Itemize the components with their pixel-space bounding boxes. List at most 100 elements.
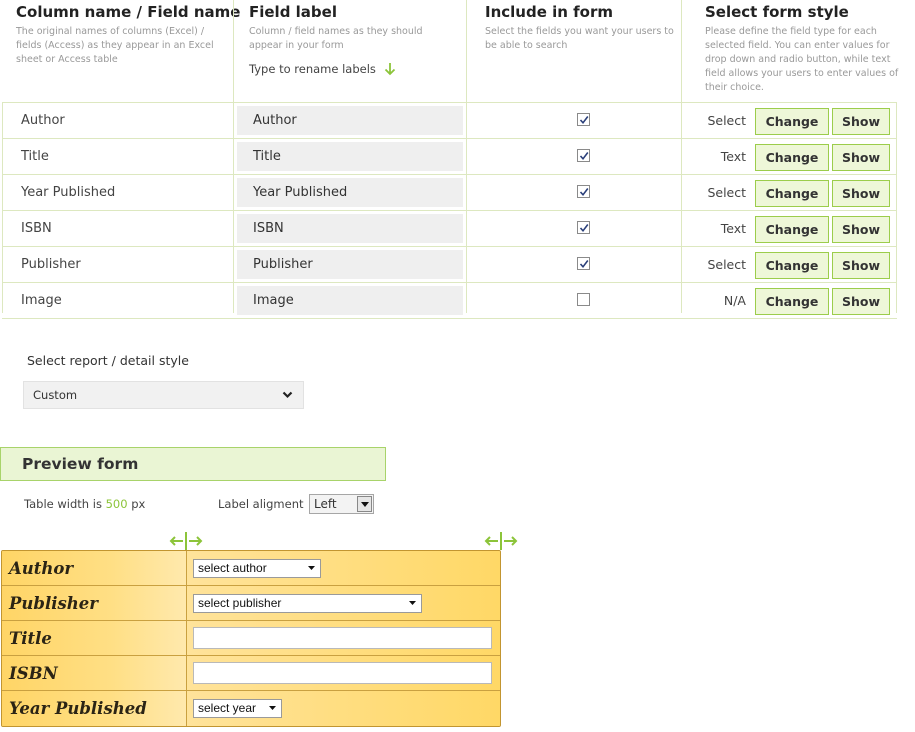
header-description: Column / field names as they should appe… — [249, 26, 423, 51]
show-button[interactable]: Show — [832, 180, 890, 207]
arrow-down-icon — [384, 63, 396, 76]
header-title: Column name / Field name — [16, 3, 241, 21]
form-style-value: N/A — [723, 293, 746, 308]
include-checkbox[interactable] — [577, 293, 590, 306]
form-style-value: Select — [707, 257, 746, 272]
table-row: Year Published Year Published Select Cha… — [2, 175, 897, 211]
field-label-input[interactable]: Publisher — [237, 250, 463, 279]
change-button[interactable]: Change — [755, 108, 829, 135]
table-row: ISBN ISBN Text Change Show — [2, 211, 897, 247]
preview-field-label: Title — [2, 621, 187, 655]
publisher-select[interactable]: select publisher — [193, 594, 422, 613]
field-table: Author Author Select Change Show Title T… — [2, 102, 897, 319]
table-row: Title Title Text Change Show — [2, 139, 897, 175]
field-label-input[interactable]: Author — [237, 106, 463, 135]
report-style-select[interactable]: Custom — [23, 381, 304, 409]
dropdown-arrow-icon — [269, 706, 276, 710]
change-button[interactable]: Change — [755, 252, 829, 279]
header-field-label: Field label Column / field names as they… — [249, 0, 459, 76]
chevron-down-icon — [282, 391, 293, 399]
title-input[interactable] — [193, 627, 492, 649]
preview-form-header: Preview form — [0, 447, 386, 481]
include-checkbox[interactable] — [577, 113, 590, 126]
form-style-value: Select — [707, 113, 746, 128]
table-row: Publisher Publisher Select Change Show — [2, 247, 897, 283]
header-title: Include in form — [485, 3, 614, 21]
preview-field-cell — [188, 621, 500, 655]
label-alignment-label: Label aligment — [218, 497, 304, 511]
preview-form-table: Author select author Publisher select pu… — [1, 550, 501, 727]
preview-field-label: Publisher — [2, 586, 187, 620]
check-icon — [579, 152, 589, 161]
include-checkbox[interactable] — [577, 149, 590, 162]
field-name: Author — [21, 113, 65, 128]
show-button[interactable]: Show — [832, 252, 890, 279]
preview-row: Title — [2, 621, 500, 656]
table-width-info: Table width is 500 px — [24, 497, 145, 511]
dropdown-arrow-icon — [357, 496, 372, 512]
header-description: The original names of columns (Excel) / … — [16, 26, 214, 65]
year-select-value: select year — [198, 701, 257, 715]
include-checkbox[interactable] — [577, 257, 590, 270]
change-button[interactable]: Change — [755, 216, 829, 243]
preview-field-label: Author — [2, 551, 187, 585]
form-style-value: Text — [720, 221, 746, 236]
header-column-name: Column name / Field name The original na… — [16, 0, 241, 67]
check-icon — [579, 260, 589, 269]
preview-field-label: Year Published — [2, 691, 187, 726]
show-button[interactable]: Show — [832, 108, 890, 135]
dropdown-arrow-icon — [409, 601, 416, 605]
resize-horizontal-icon[interactable] — [484, 532, 518, 550]
header-include: Include in form Select the fields you wa… — [485, 0, 680, 53]
label-alignment-value: Left — [314, 497, 337, 511]
report-style-value: Custom — [33, 388, 78, 402]
rename-hint-text: Type to rename labels — [249, 62, 376, 76]
preview-row: Author select author — [2, 551, 500, 586]
preview-field-cell: select year — [188, 691, 500, 726]
check-icon — [579, 188, 589, 197]
field-label-input[interactable]: Title — [237, 142, 463, 171]
check-icon — [579, 224, 589, 233]
check-icon — [579, 116, 589, 125]
preview-row: Publisher select publisher — [2, 586, 500, 621]
table-width-prefix: Table width is — [24, 497, 102, 511]
show-button[interactable]: Show — [832, 216, 890, 243]
author-select[interactable]: select author — [193, 559, 321, 578]
label-alignment-select[interactable]: Left — [309, 494, 374, 514]
include-checkbox[interactable] — [577, 221, 590, 234]
table-width-unit: px — [131, 497, 146, 511]
show-button[interactable]: Show — [832, 144, 890, 171]
header-description: Please define the field type for each se… — [705, 26, 899, 93]
preview-row: Year Published select year — [2, 691, 500, 726]
header-description: Select the fields you want your users to… — [485, 26, 674, 51]
field-label-input[interactable]: Year Published — [237, 178, 463, 207]
resize-horizontal-icon[interactable] — [169, 532, 203, 550]
field-name: ISBN — [21, 221, 52, 236]
header-form-style: Select form style Please define the fiel… — [705, 0, 905, 95]
form-style-value: Select — [707, 185, 746, 200]
field-label-input[interactable]: ISBN — [237, 214, 463, 243]
isbn-input[interactable] — [193, 662, 492, 684]
include-checkbox[interactable] — [577, 185, 590, 198]
dropdown-arrow-icon — [308, 566, 315, 570]
header-title: Select form style — [705, 3, 849, 21]
author-select-value: select author — [198, 561, 267, 575]
publisher-select-value: select publisher — [198, 596, 282, 610]
rename-hint: Type to rename labels — [249, 62, 459, 76]
field-label-input[interactable]: Image — [237, 286, 463, 315]
form-style-value: Text — [720, 149, 746, 164]
field-name: Year Published — [21, 185, 116, 200]
preview-row: ISBN — [2, 656, 500, 691]
report-style-label: Select report / detail style — [27, 353, 189, 368]
preview-field-cell: select author — [188, 551, 500, 585]
change-button[interactable]: Change — [755, 288, 829, 315]
table-row: Author Author Select Change Show — [2, 103, 897, 139]
preview-field-cell: select publisher — [188, 586, 500, 620]
year-select[interactable]: select year — [193, 699, 282, 718]
field-name: Publisher — [21, 257, 81, 272]
preview-field-label: ISBN — [2, 656, 187, 690]
preview-field-cell — [188, 656, 500, 690]
show-button[interactable]: Show — [832, 288, 890, 315]
change-button[interactable]: Change — [755, 180, 829, 207]
change-button[interactable]: Change — [755, 144, 829, 171]
